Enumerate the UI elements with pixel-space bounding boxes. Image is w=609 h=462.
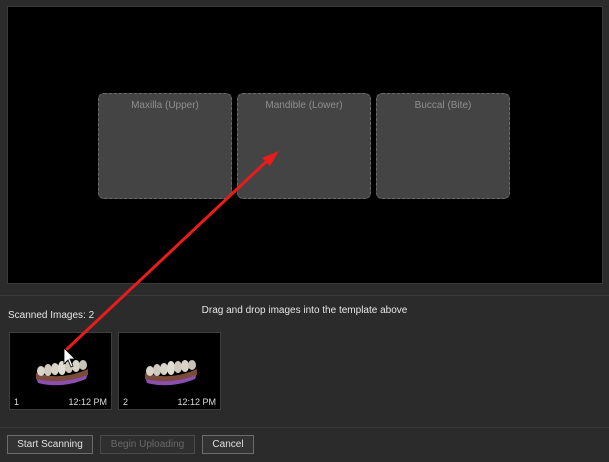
slot-label-mandible: Mandible (Lower) bbox=[265, 100, 343, 111]
thumbnail-index: 2 bbox=[123, 397, 129, 407]
dental-scan-image bbox=[145, 360, 197, 386]
slot-mandible[interactable]: Mandible (Lower) bbox=[237, 93, 371, 199]
divider-top bbox=[0, 295, 609, 296]
scanned-image-thumbnail[interactable]: 1 12:12 PM bbox=[9, 332, 112, 410]
slot-buccal[interactable]: Buccal (Bite) bbox=[376, 93, 510, 199]
slot-label-buccal: Buccal (Bite) bbox=[414, 100, 472, 111]
cancel-button[interactable]: Cancel bbox=[202, 435, 254, 454]
divider-bottom bbox=[0, 427, 609, 428]
thumbnail-time: 12:12 PM bbox=[177, 397, 216, 407]
template-preview-area[interactable]: Maxilla (Upper) Mandible (Lower) Buccal … bbox=[7, 6, 603, 284]
scanned-image-thumbnail[interactable]: 2 12:12 PM bbox=[118, 332, 221, 410]
start-scanning-button[interactable]: Start Scanning bbox=[7, 435, 93, 454]
thumbnail-index: 1 bbox=[14, 397, 20, 407]
dental-scan-image bbox=[36, 360, 88, 386]
begin-uploading-button[interactable]: Begin Uploading bbox=[100, 435, 195, 454]
scanned-images-count: Scanned Images: 2 bbox=[8, 310, 95, 321]
slot-maxilla[interactable]: Maxilla (Upper) bbox=[98, 93, 232, 199]
thumbnail-time: 12:12 PM bbox=[68, 397, 107, 407]
slot-label-maxilla: Maxilla (Upper) bbox=[131, 100, 199, 111]
